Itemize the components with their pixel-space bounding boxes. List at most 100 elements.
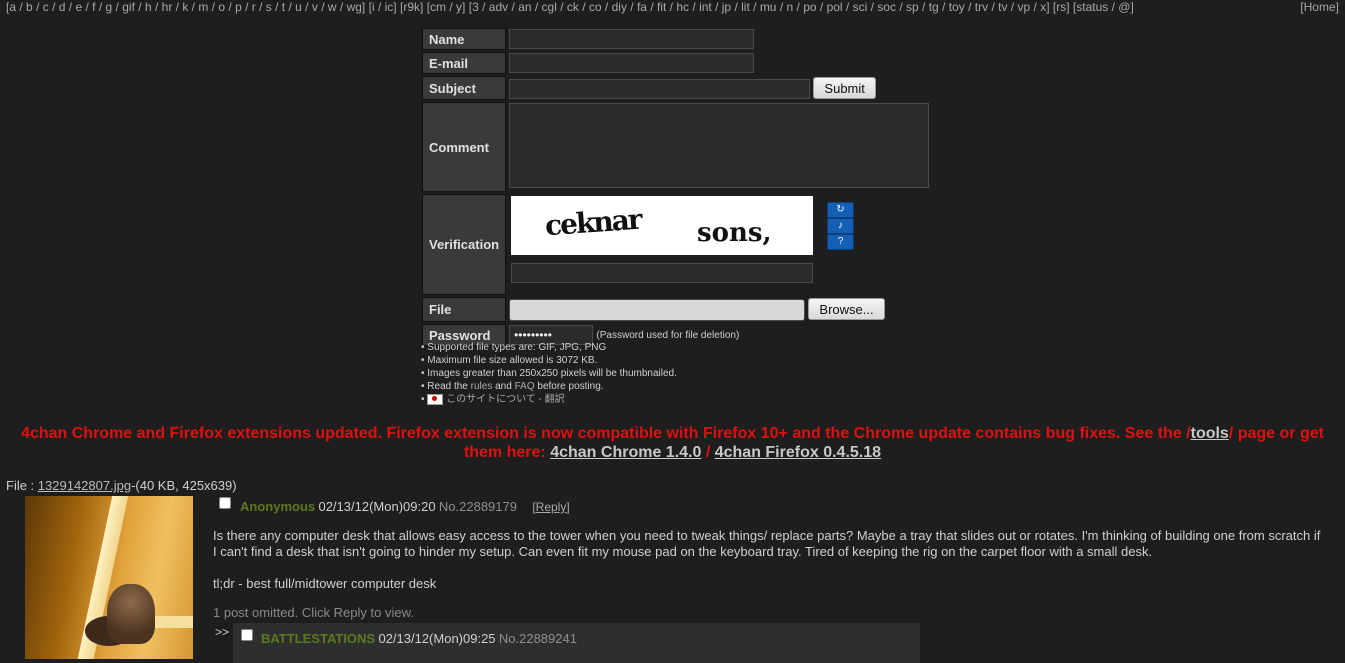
board-link-tg[interactable]: tg	[929, 0, 939, 14]
board-link-diy[interactable]: diy	[612, 0, 627, 14]
rules-link[interactable]: rules	[471, 381, 493, 392]
board-link-co[interactable]: co	[589, 0, 602, 14]
board-link-r9k[interactable]: r9k	[403, 0, 420, 14]
board-link-sci[interactable]: sci	[853, 0, 868, 14]
file-path-field[interactable]	[509, 299, 806, 322]
email-input[interactable]	[509, 53, 755, 73]
board-link-m[interactable]: m	[198, 0, 208, 14]
board-link-an[interactable]: an	[518, 0, 531, 14]
board-link-f[interactable]: f	[92, 0, 95, 14]
rule-max-size: • Maximum file size allowed is 3072 KB.	[421, 355, 598, 366]
board-link-n[interactable]: n	[787, 0, 794, 14]
rule-thumbnail: • Images greater than 250x250 pixels wil…	[421, 368, 677, 379]
board-link-o[interactable]: o	[218, 0, 225, 14]
post-text: Is there any computer desk that allows e…	[213, 528, 1321, 559]
file-link[interactable]: 1329142807.jpg	[38, 478, 131, 493]
rule-read-rules: • Read the rules and FAQ before posting.	[421, 381, 604, 392]
reply-delete-checkbox[interactable]	[241, 629, 253, 641]
post-body: Is there any computer desk that allows e…	[213, 528, 1323, 592]
board-link-status[interactable]: status	[1076, 0, 1108, 14]
board-link-cgl[interactable]: cgl	[542, 0, 557, 14]
chrome-extension-link[interactable]: 4chan Chrome 1.4.0	[550, 444, 701, 461]
help-icon[interactable]: ?	[827, 234, 854, 250]
file-label: File	[422, 297, 507, 323]
refresh-icon[interactable]: ↻	[827, 202, 854, 218]
board-link-gif[interactable]: gif	[122, 0, 135, 14]
captcha-image: ceknar sons,	[511, 196, 813, 255]
reply-arrows: >>	[215, 625, 230, 639]
board-link-fa[interactable]: fa	[637, 0, 647, 14]
board-link-a[interactable]: a	[9, 0, 16, 14]
reply-datetime: 02/13/12(Mon)09:25	[378, 631, 496, 646]
browse-button[interactable]: Browse...	[808, 298, 885, 320]
captcha-response-input[interactable]	[511, 263, 813, 283]
board-link-ic[interactable]: ic	[385, 0, 394, 14]
audio-icon[interactable]: ♪	[827, 218, 854, 234]
board-link-h[interactable]: h	[145, 0, 152, 14]
board-link-rs[interactable]: rs	[1056, 0, 1066, 14]
password-note: (Password used for file deletion)	[596, 330, 740, 342]
submit-button[interactable]: Submit	[813, 77, 876, 99]
captcha-word-1: ceknar	[543, 202, 642, 243]
board-link-y[interactable]: y	[456, 0, 462, 14]
reply-poster-name: BATTLESTATIONS	[261, 631, 376, 646]
board-link-tv[interactable]: tv	[998, 0, 1007, 14]
board-link-lit[interactable]: lit	[741, 0, 750, 14]
board-link-trv[interactable]: trv	[975, 0, 988, 14]
board-link-fit[interactable]: fit	[657, 0, 666, 14]
op-delete-checkbox[interactable]	[219, 497, 231, 509]
board-link-r[interactable]: r	[252, 0, 256, 14]
op-header: Anonymous 02/13/12(Mon)09:20 No.22889179…	[240, 499, 570, 514]
reply-number[interactable]: No.22889241	[499, 631, 577, 646]
email-label: E-mail	[422, 52, 507, 74]
post-datetime: 02/13/12(Mon)09:20	[318, 499, 436, 514]
board-link-v[interactable]: v	[312, 0, 318, 14]
captcha-word-2: sons,	[697, 218, 772, 248]
board-link-p[interactable]: p	[235, 0, 242, 14]
board-link-cm[interactable]: cm	[430, 0, 446, 14]
board-link-vp[interactable]: vp	[1017, 0, 1030, 14]
board-link-at[interactable]: @	[1118, 0, 1130, 14]
board-link-c[interactable]: c	[43, 0, 49, 14]
board-link-pol[interactable]: pol	[827, 0, 843, 14]
board-link-g[interactable]: g	[106, 0, 113, 14]
faq-link[interactable]: FAQ	[515, 381, 535, 392]
board-link-adv[interactable]: adv	[489, 0, 508, 14]
board-link-ck[interactable]: ck	[567, 0, 579, 14]
board-link-b[interactable]: b	[26, 0, 33, 14]
firefox-extension-link[interactable]: 4chan Firefox 0.4.5.18	[715, 444, 881, 461]
board-link-toy[interactable]: toy	[949, 0, 965, 14]
comment-textarea[interactable]	[509, 103, 930, 188]
subject-label: Subject	[422, 76, 507, 100]
reply-link[interactable]: [Reply]	[532, 500, 569, 514]
post-number[interactable]: No.22889179	[439, 499, 517, 514]
board-link-t[interactable]: t	[282, 0, 285, 14]
board-link-sp[interactable]: sp	[906, 0, 919, 14]
name-input[interactable]	[509, 29, 755, 49]
board-link-d[interactable]: d	[59, 0, 66, 14]
post-tldr: tl;dr - best full/midtower computer desk	[213, 576, 437, 591]
board-link-soc[interactable]: soc	[877, 0, 896, 14]
reply-header: BATTLESTATIONS 02/13/12(Mon)09:25 No.228…	[261, 631, 577, 646]
board-link-s[interactable]: s	[266, 0, 272, 14]
board-link-u[interactable]: u	[295, 0, 302, 14]
board-link-int[interactable]: int	[699, 0, 712, 14]
board-link-po[interactable]: po	[803, 0, 816, 14]
board-link-3[interactable]: 3	[472, 0, 479, 14]
japanese-link[interactable]: このサイトについて - 翻訳	[446, 394, 565, 405]
board-link-i[interactable]: i	[372, 0, 375, 14]
board-link-k[interactable]: k	[182, 0, 188, 14]
board-link-hr[interactable]: hr	[162, 0, 173, 14]
board-link-mu[interactable]: mu	[760, 0, 777, 14]
tools-link[interactable]: tools	[1191, 425, 1229, 442]
comment-label: Comment	[422, 102, 507, 192]
board-link-w[interactable]: w	[328, 0, 337, 14]
board-link-jp[interactable]: jp	[722, 0, 731, 14]
board-link-x[interactable]: x	[1040, 0, 1046, 14]
home-link[interactable]: [Home]	[1300, 0, 1339, 14]
post-thumbnail[interactable]	[25, 496, 193, 659]
board-link-e[interactable]: e	[75, 0, 82, 14]
board-link-wg[interactable]: wg	[347, 0, 362, 14]
board-link-hc[interactable]: hc	[676, 0, 689, 14]
subject-input[interactable]	[509, 78, 811, 99]
